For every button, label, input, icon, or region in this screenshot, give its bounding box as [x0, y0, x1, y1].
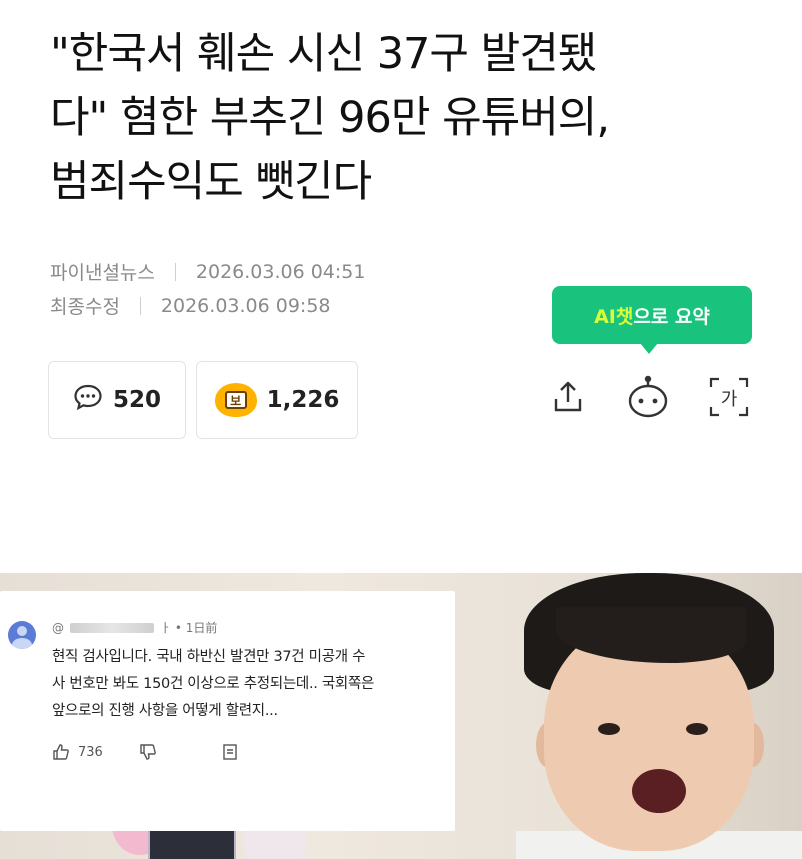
comments-button[interactable]: 520: [48, 361, 186, 439]
comment-line-3: 앞으로의 진행 사항을 어떻게 할련지...: [52, 703, 278, 719]
comment-time: ㅏ • 1日前: [160, 621, 218, 635]
blurred-username: [70, 622, 154, 633]
reaction-emoji-icon: 보: [214, 383, 257, 417]
reactions-button[interactable]: 보 1,226: [196, 361, 358, 439]
ai-summary-label: AI챗으로 요약: [594, 302, 710, 329]
comment-text: 현직 검사입니다. 국내 하반신 발견만 37건 미공개 수 사 번호만 봐도 …: [52, 644, 448, 725]
reaction-count: 1,226: [266, 387, 340, 413]
modified-info: 최종수정 2026.03.06 09:58: [50, 292, 331, 319]
divider: [139, 296, 141, 315]
publish-info: 파이낸셜뉴스 2026.03.06 04:51: [50, 258, 365, 285]
published-date: 2026.03.06 04:51: [195, 260, 366, 283]
modified-label: 최종수정: [50, 296, 120, 318]
person-mouth: [632, 769, 686, 813]
modified-date: 2026.03.06 09:58: [160, 294, 331, 317]
article-headline: "한국서 훼손 시신 37구 발견됐 다" 혐한 부추긴 96만 유튜버의, 범…: [50, 22, 770, 214]
comment-count: 520: [112, 387, 161, 413]
comment-line-1: 현직 검사입니다. 국내 하반신 발견만 37건 미공개 수: [52, 649, 366, 665]
ai-summary-button[interactable]: AI챗으로 요약: [552, 286, 752, 344]
font-size-label: 가: [721, 389, 738, 410]
comment-line-2: 사 번호만 봐도 150건 이상으로 추정되는데.. 국회쪽은: [52, 676, 375, 692]
commenter-handle: @ ㅏ • 1日前: [52, 619, 217, 636]
reply-icon: [223, 744, 237, 760]
handle-at: @: [52, 620, 64, 635]
share-icon: [554, 381, 582, 412]
thumbs-up-icon: [53, 744, 69, 760]
headline-line-2: 다" 혐한 부추긴 96만 유튜버의,: [50, 93, 610, 143]
like-count: 736: [78, 744, 103, 760]
ai-summary-tooltip-tail: [640, 343, 658, 354]
headline-line-1: "한국서 훼손 시신 37구 발견됐: [50, 29, 597, 79]
reaction-badge: 보: [224, 391, 247, 409]
comment-toolbar: 736: [52, 743, 239, 761]
thumbs-down-icon: [140, 744, 156, 760]
person-eye-left: [598, 723, 620, 735]
font-size-button[interactable]: 가: [706, 374, 752, 420]
publisher-name[interactable]: 파이낸셜뉴스: [50, 258, 155, 285]
commenter-avatar: [8, 621, 36, 649]
summary-text: 으로 요약: [633, 305, 710, 328]
person-eye-right: [686, 723, 708, 735]
ai-chat-text: AI챗: [594, 305, 634, 328]
youtuber-person: [516, 573, 802, 859]
font-size-icon: 가: [709, 377, 749, 417]
share-button[interactable]: [545, 374, 591, 420]
article-photo: @ ㅏ • 1日前 현직 검사입니다. 국내 하반신 발견만 37건 미공개 수…: [0, 573, 802, 859]
comment-icon: [73, 383, 103, 417]
embedded-comment-card: @ ㅏ • 1日前 현직 검사입니다. 국내 하반신 발견만 37건 미공개 수…: [0, 591, 455, 831]
bot-icon: [628, 375, 668, 418]
headline-line-3: 범죄수익도 뺏긴다: [50, 157, 372, 207]
divider: [174, 262, 176, 281]
ai-bot-button[interactable]: [625, 374, 671, 420]
